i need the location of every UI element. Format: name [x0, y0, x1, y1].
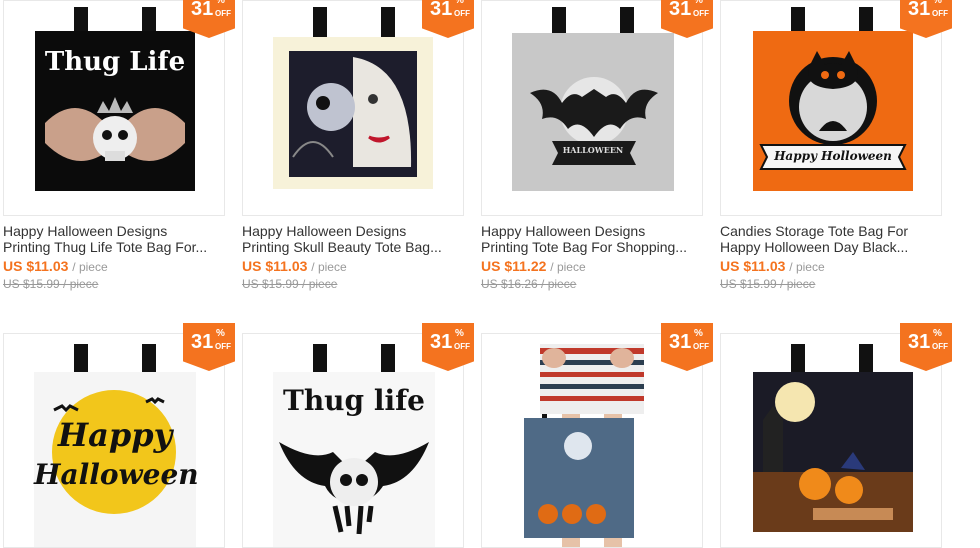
bag-print-text: Happy — [57, 416, 173, 454]
tote-bag: Happy Holloween — [753, 31, 913, 191]
discount-badge: 31% OFF — [183, 323, 235, 371]
product-image[interactable]: Thug Life — [3, 0, 225, 216]
original-price: US $15.99 / piece — [3, 277, 99, 291]
product-title-link[interactable]: Happy Halloween Designs Printing Skull Be… — [242, 223, 464, 255]
product-image[interactable]: HALLOWEEN — [481, 0, 703, 216]
discount-badge: 31% OFF — [422, 323, 474, 371]
product-image[interactable] — [242, 0, 464, 216]
tote-bag — [753, 372, 913, 532]
product-image[interactable]: Happy Halloween — [3, 333, 225, 548]
tote-bag: HALLOWEEN — [512, 33, 674, 191]
model-photo-graphic — [524, 344, 644, 547]
product-image[interactable] — [481, 333, 703, 548]
bag-print-text: Happy Holloween — [774, 149, 892, 163]
skull-bat-graphic — [279, 442, 429, 535]
discount-badge: 31% OFF — [900, 323, 952, 371]
product-title-link[interactable]: Happy Halloween Designs Printing Tote Bag… — [481, 223, 703, 255]
product-price: US $11.03 / piece — [720, 258, 825, 274]
tote-bag: Thug life — [273, 372, 435, 547]
skull-beauty-graphic — [289, 51, 417, 177]
product-title-link[interactable]: Candies Storage Tote Bag For Happy Hollow… — [720, 223, 942, 255]
product-price: US $11.22 / piece — [481, 258, 586, 274]
cat-moon-graphic — [759, 51, 907, 170]
product-title-link[interactable]: Happy Halloween Designs Printing Thug Lif… — [3, 223, 225, 255]
bag-handle — [313, 7, 327, 39]
original-price: US $15.99 / piece — [720, 277, 816, 291]
discount-badge: 31% OFF — [661, 323, 713, 371]
product-image[interactable]: Thug life — [242, 333, 464, 548]
original-price: US $16.26 / piece — [481, 277, 577, 291]
bag-print-text: HALLOWEEN — [562, 145, 624, 155]
bag-print-text: Thug Life — [44, 47, 186, 77]
skull-wings-graphic — [45, 97, 185, 161]
product-image[interactable]: Happy Holloween — [720, 0, 942, 216]
product-price: US $11.03 / piece — [242, 258, 347, 274]
bat-moon-graphic — [530, 77, 658, 165]
tote-bag — [273, 37, 433, 189]
pumpkin-castle-graphic — [753, 372, 913, 532]
bag-print-text: Thug life — [282, 384, 425, 417]
bag-print-text: Halloween — [34, 458, 199, 491]
product-price: US $11.03 / piece — [3, 258, 108, 274]
product-image[interactable] — [720, 333, 942, 548]
tote-bag: Happy Halloween — [34, 372, 199, 547]
tote-bag: Thug Life — [35, 31, 195, 191]
original-price: US $15.99 / piece — [242, 277, 338, 291]
bag-handle — [381, 7, 395, 39]
